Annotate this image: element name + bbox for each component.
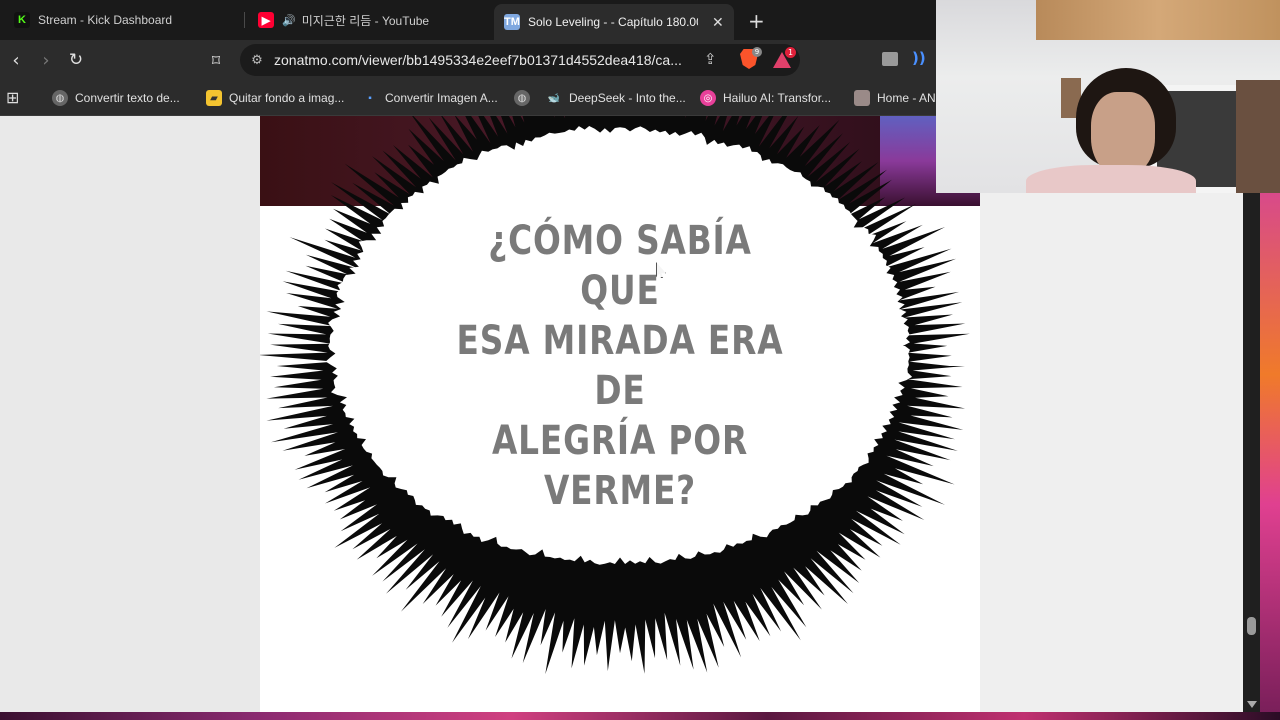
bookmark-item[interactable]: ◍ bbox=[514, 87, 537, 109]
bookmark-label: Hailuo AI: Transfor... bbox=[723, 91, 832, 105]
speech-bubble-text: ¿CÓMO SABÍA QUE ESA MIRADA ERA DE ALEGRÍ… bbox=[448, 216, 792, 516]
reload-button[interactable]: ↻ bbox=[64, 48, 88, 72]
youtube-icon: ▶ bbox=[258, 12, 274, 28]
tmo-icon: TM bbox=[504, 14, 520, 30]
page-scrollbar[interactable] bbox=[1243, 193, 1260, 712]
site-settings-icon[interactable]: ⚙ bbox=[240, 53, 274, 68]
stream-background-bottom bbox=[0, 712, 1280, 720]
bookmark-overflow-clip: Home - AN bbox=[846, 80, 936, 116]
webcam-overlay bbox=[936, 0, 1280, 193]
bookmark-item[interactable]: Home - AN bbox=[854, 87, 936, 109]
url-text[interactable]: zonatmo.com/viewer/bb1495334e2eef7b01371… bbox=[274, 52, 686, 68]
bubble-line: ALEGRÍA POR VERME? bbox=[491, 418, 749, 514]
scrollbar-thumb[interactable] bbox=[1247, 617, 1256, 635]
bookmark-label: Convertir Imagen A... bbox=[385, 91, 498, 105]
bookmark-item[interactable]: ▪ Convertir Imagen A... bbox=[362, 87, 498, 109]
browser-window: K Stream - Kick Dashboard ▶ 🔊 미지근한 리듬 - … bbox=[0, 0, 936, 116]
globe-icon: ◍ bbox=[514, 90, 530, 106]
scroll-down-arrow-icon[interactable] bbox=[1247, 701, 1257, 708]
bookmark-label: Quitar fondo a imag... bbox=[229, 91, 345, 105]
manga-page: ¿CÓMO SABÍA QUE ESA MIRADA ERA DE ALEGRÍ… bbox=[260, 116, 980, 712]
close-tab-icon[interactable]: ✕ bbox=[712, 14, 724, 31]
tab-label: Solo Leveling - - Capítulo 180.00 bbox=[528, 15, 698, 29]
right-page-margin bbox=[980, 193, 1243, 712]
bubble-line: ¿CÓMO SABÍA QUE bbox=[488, 218, 752, 314]
bookmark-item[interactable]: ▰ Quitar fondo a imag... bbox=[206, 87, 344, 109]
bookmark-label: Home - AN bbox=[877, 91, 936, 105]
home-thumb-icon bbox=[854, 90, 870, 106]
bookmark-item[interactable]: ◎ Hailuo AI: Transfor... bbox=[700, 87, 831, 109]
share-icon[interactable]: ⇪ bbox=[704, 50, 717, 68]
image-convert-icon: ▪ bbox=[368, 92, 372, 104]
tab-label: 미지근한 리듬 - YouTube bbox=[301, 13, 430, 28]
extension-icon[interactable] bbox=[882, 52, 898, 66]
tab-separator bbox=[244, 12, 245, 28]
streamer-body bbox=[1026, 165, 1196, 193]
removebg-icon: ▰ bbox=[206, 90, 222, 106]
toolbar: ‹ › ↻ ⌑ ⚙ zonatmo.com/viewer/bb1495334e2… bbox=[0, 40, 936, 80]
hailuo-icon: ◎ bbox=[700, 90, 716, 106]
tab-youtube[interactable]: ▶ 🔊 미지근한 리듬 - YouTube bbox=[258, 6, 429, 34]
address-bar[interactable]: ⚙ zonatmo.com/viewer/bb1495334e2eef7b013… bbox=[240, 44, 800, 76]
bubble-line: ESA MIRADA ERA DE bbox=[456, 318, 784, 414]
wallet-extension-icon[interactable]: )) bbox=[912, 49, 926, 67]
webcam-ceiling bbox=[1036, 0, 1280, 40]
stream-background-edge bbox=[1260, 193, 1280, 712]
tab-solo-leveling[interactable]: TM Solo Leveling - - Capítulo 180.00 ✕ bbox=[494, 4, 734, 40]
bookmark-item[interactable]: ◍ Convertir texto de... bbox=[52, 87, 180, 109]
bookmark-icon[interactable]: ⌑ bbox=[204, 48, 228, 72]
forward-button[interactable]: › bbox=[34, 48, 58, 72]
bookmark-item[interactable]: 🐋 DeepSeek - Into the... bbox=[546, 87, 686, 109]
tab-kick-dashboard[interactable]: K Stream - Kick Dashboard bbox=[14, 6, 172, 34]
kick-icon: K bbox=[14, 12, 30, 28]
speaker-icon[interactable]: 🔊 bbox=[282, 14, 296, 27]
apps-grid-icon[interactable]: ⊞ bbox=[6, 88, 19, 107]
bookmark-label: Convertir texto de... bbox=[75, 91, 180, 105]
tab-strip: K Stream - Kick Dashboard ▶ 🔊 미지근한 리듬 - … bbox=[0, 0, 936, 40]
new-tab-button[interactable]: + bbox=[748, 9, 765, 33]
rewards-badge: 1 bbox=[785, 47, 796, 58]
brave-shields-badge: 9 bbox=[752, 47, 762, 57]
webcam-door bbox=[1236, 80, 1280, 193]
deepseek-icon: 🐋 bbox=[547, 92, 561, 104]
streamer-face bbox=[1091, 92, 1155, 176]
tab-label: Stream - Kick Dashboard bbox=[38, 13, 173, 27]
back-button[interactable]: ‹ bbox=[4, 48, 28, 72]
bookmark-label: DeepSeek - Into the... bbox=[569, 91, 686, 105]
globe-icon: ◍ bbox=[52, 90, 68, 106]
bookmarks-bar: ⊞ ◍ Convertir texto de... ▰ Quitar fondo… bbox=[0, 80, 936, 116]
